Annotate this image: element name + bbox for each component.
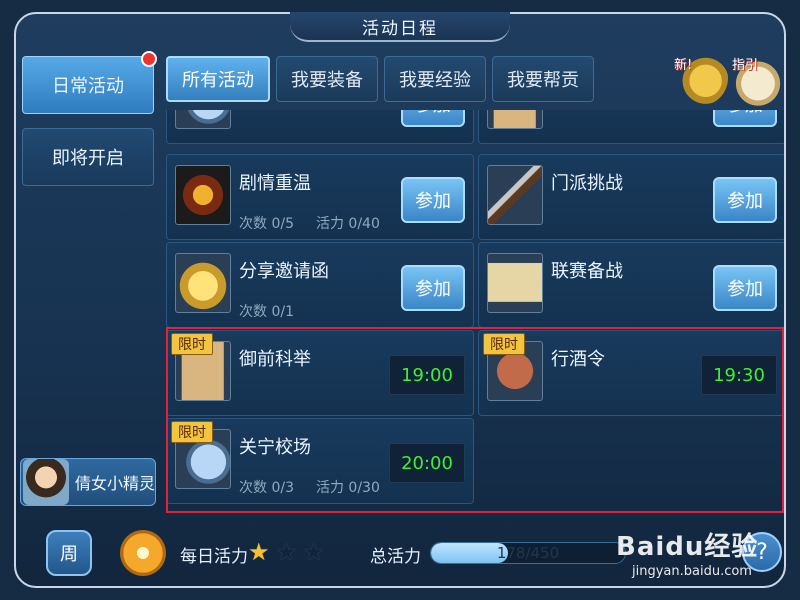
sprite-label: 倩女小精灵 (75, 474, 156, 493)
activity-card: 参加 (166, 110, 474, 144)
game-screen: 活动日程 日常活动 即将开启 倩女小精灵 所有活动 我要装备 我要经验 我要帮贡… (0, 0, 800, 600)
activity-name: 分享邀请函 (239, 261, 329, 282)
gold-ingot-icon (175, 253, 231, 313)
sidebar-item-upcoming[interactable]: 即将开启 (22, 128, 154, 186)
activity-name: 剧情重温 (239, 173, 311, 194)
new-label: 新! (674, 58, 693, 73)
tab-bar: 所有活动 我要装备 我要经验 我要帮贡 (166, 56, 594, 102)
activity-count: 次数 0/5 (239, 216, 294, 232)
join-button[interactable]: 参加 (713, 177, 777, 223)
join-button[interactable]: 参加 (713, 110, 777, 127)
tab-contribution[interactable]: 我要帮贡 (492, 56, 594, 102)
join-button[interactable]: 参加 (401, 110, 465, 127)
sidebar-item-daily[interactable]: 日常活动 (22, 51, 157, 114)
tab-all-activities[interactable]: 所有活动 (166, 56, 270, 102)
join-button[interactable]: 参加 (401, 177, 465, 223)
star-icon: ★ (303, 538, 325, 566)
calendar-week-button[interactable]: 周 (46, 530, 92, 576)
guide-book-icon[interactable]: 指引 (730, 50, 786, 106)
join-button[interactable]: 参加 (401, 265, 465, 311)
activity-stats: 次数 0/1 (239, 301, 294, 321)
scroll-icon (487, 253, 543, 313)
panel-title: 活动日程 (362, 18, 438, 39)
cloth-bag-icon (175, 110, 231, 129)
activity-card-league-prep: 联赛备战 参加 (478, 242, 784, 328)
activity-name: 门派挑战 (551, 173, 623, 194)
notification-dot-icon (141, 51, 157, 67)
gear-icon[interactable] (120, 530, 166, 576)
activity-card: 参加 (478, 110, 784, 144)
join-button[interactable]: 参加 (713, 265, 777, 311)
total-vitality-bar: 178/450 (430, 542, 626, 564)
activity-count: 次数 0/1 (239, 304, 294, 320)
highlight-box (166, 327, 784, 513)
daily-vitality-label: 每日活力 (180, 547, 248, 567)
activity-card-story-replay: 剧情重温 次数 0/5 活力 0/40 参加 (166, 154, 474, 240)
tab-equipment[interactable]: 我要装备 (276, 56, 378, 102)
activity-card-share-invite: 分享邀请函 次数 0/1 参加 (166, 242, 474, 328)
total-vitality-label: 总活力 (370, 547, 421, 567)
panel-title-bar: 活动日程 (290, 12, 510, 42)
activity-name: 联赛备战 (551, 261, 623, 282)
activity-vitality: 活力 0/40 (315, 216, 380, 232)
star-icon: ★ (248, 538, 270, 566)
baidu-watermark: Baidu经验 jingyan.baidu.com (616, 520, 786, 590)
guide-label: 指引 (732, 58, 759, 73)
activity-card-sect-challenge: 门派挑战 参加 (478, 154, 784, 240)
sword-icon (487, 165, 543, 225)
watermark-brand: Baidu经验 (616, 532, 759, 562)
week-label: 周 (60, 544, 78, 565)
daily-vitality-stars: ★ ★ ★ (248, 538, 325, 566)
sidebar-item-label: 即将开启 (52, 148, 124, 169)
total-vitality-value: 178/450 (496, 544, 560, 562)
tab-experience[interactable]: 我要经验 (384, 56, 486, 102)
crown-icon (175, 165, 231, 225)
sidebar-item-label: 日常活动 (52, 76, 124, 97)
activity-stats: 次数 0/5 活力 0/40 (239, 213, 380, 233)
sprite-avatar-icon (23, 459, 69, 505)
plaque-icon (487, 110, 543, 129)
sprite-helper-button[interactable]: 倩女小精灵 (20, 458, 156, 506)
new-horn-icon[interactable]: 新! (672, 50, 728, 106)
star-icon: ★ (275, 538, 298, 566)
watermark-url: jingyan.baidu.com (632, 564, 752, 579)
